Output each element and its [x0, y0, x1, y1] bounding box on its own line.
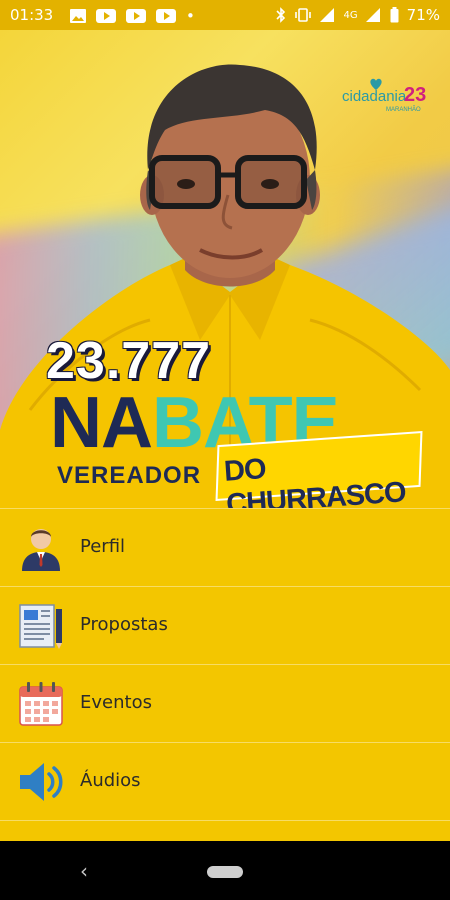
party-state: MARANHÃO [386, 107, 421, 113]
user-avatar-icon [22, 529, 60, 571]
menu-item-propostas[interactable]: Propostas [0, 587, 450, 665]
youtube-notification-icon [96, 9, 116, 23]
battery-icon [390, 7, 399, 23]
candidate-name-part1: NA [50, 383, 153, 463]
document-icon [19, 604, 62, 649]
menu-item-label: Áudios [80, 770, 141, 791]
status-bar: 01:33 • 4G 71% [0, 0, 450, 30]
notification-icons: • [70, 7, 195, 25]
menu-item-eventos[interactable]: Eventos [0, 665, 450, 743]
campaign-banner: cidadania 23 MARANHÃO 23.777 NABATE VERE… [0, 30, 450, 508]
party-name: cidadania [342, 88, 407, 105]
menu-item-audios[interactable]: Áudios [0, 743, 450, 821]
bluetooth-icon [275, 7, 285, 23]
signal-strength-icon [365, 8, 380, 22]
vibrate-icon [294, 8, 311, 22]
image-notification-icon [70, 9, 86, 23]
party-number: 23 [404, 84, 427, 106]
menu-item-perfil[interactable]: Perfil [0, 508, 450, 587]
youtube-notification-icon-2 [126, 9, 146, 23]
calendar-icon [19, 682, 63, 726]
more-notifications-dot: • [186, 7, 195, 25]
network-type: 4G [343, 9, 358, 21]
menu-item-label: Eventos [80, 692, 152, 713]
menu-item-label: Propostas [80, 614, 168, 635]
back-button[interactable]: ‹ [80, 859, 88, 883]
navigation-bar: ‹ [0, 841, 450, 900]
candidate-role: VEREADOR [57, 462, 202, 489]
menu-item-label: Perfil [80, 536, 126, 557]
candidate-number: 23.777 [46, 332, 212, 390]
signal-icon [319, 8, 334, 22]
main-menu: Perfil Propostas Eventos Áudios [0, 508, 450, 841]
home-button[interactable] [207, 866, 243, 878]
speaker-icon [20, 763, 63, 801]
battery-percent: 71% [406, 6, 440, 24]
party-logo: cidadania 23 MARANHÃO [342, 78, 434, 120]
youtube-notification-icon-3 [156, 9, 176, 23]
system-icons: 4G 71% [275, 6, 440, 24]
status-time: 01:33 [10, 6, 54, 24]
